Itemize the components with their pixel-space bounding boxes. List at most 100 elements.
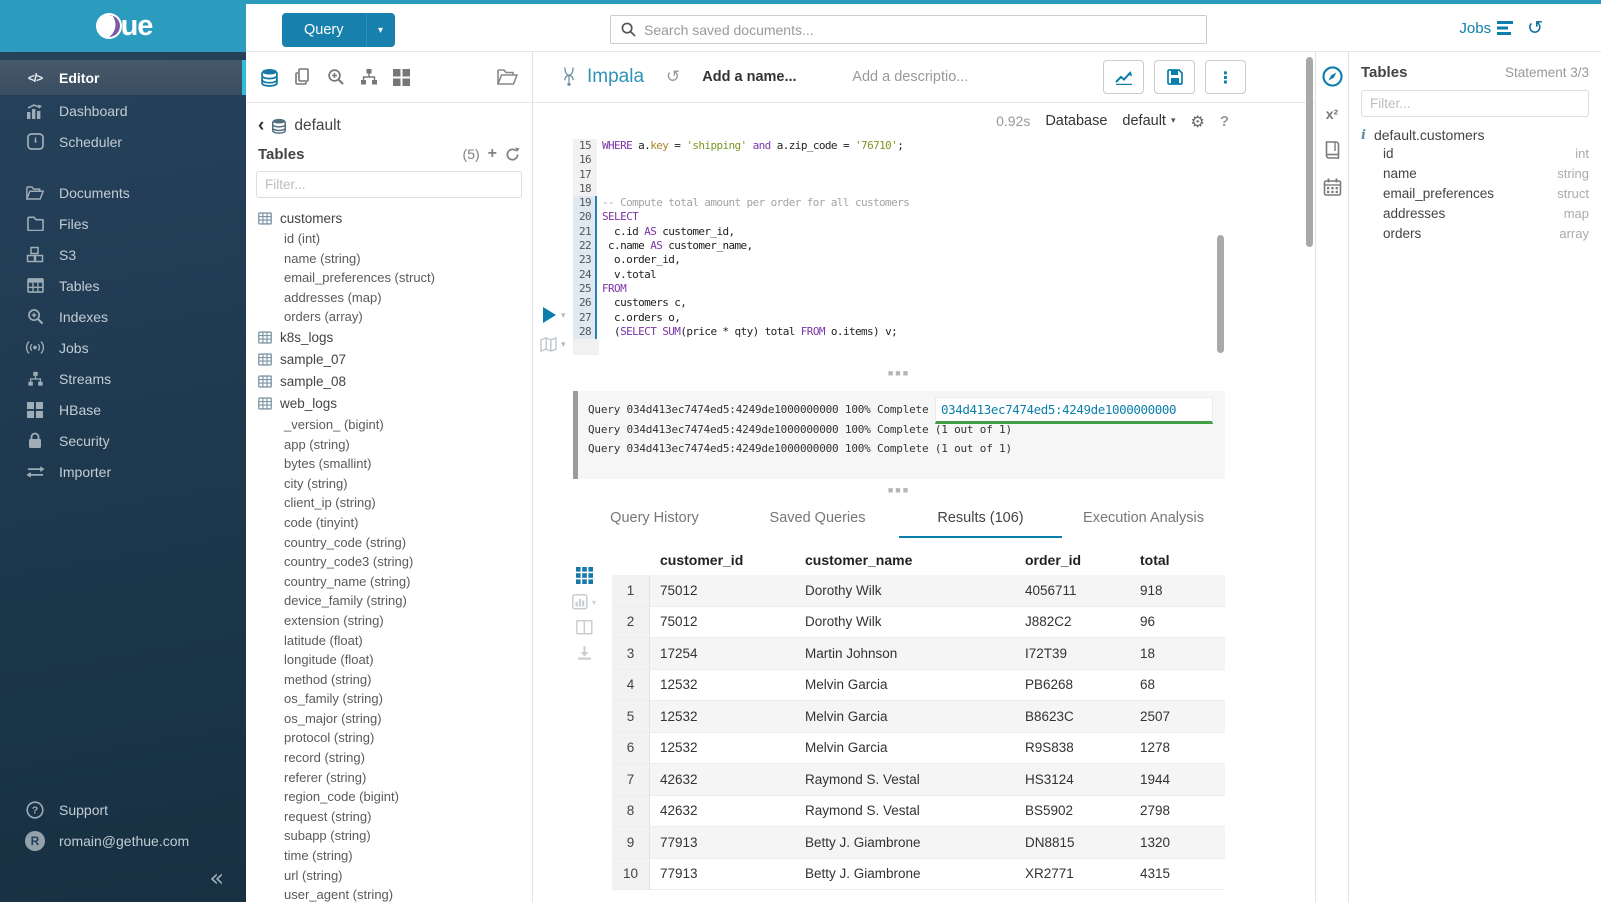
column-item[interactable]: referer (string)	[258, 768, 522, 788]
column-header[interactable]: customer_name	[795, 552, 1015, 568]
column-row[interactable]: name string	[1361, 163, 1589, 183]
table-row[interactable]: 4 12532 Melvin Garcia PB6268 68	[612, 670, 1225, 702]
sidebar-footer-item[interactable]: R romain@gethue.com	[0, 825, 246, 856]
functions-icon[interactable]: x²	[1326, 106, 1338, 122]
table-item[interactable]: customers	[258, 207, 522, 229]
snippet-history-icon[interactable]: ↺	[666, 67, 680, 87]
table-row[interactable]: 2 75012 Dorothy Wilk J882C2 96	[612, 607, 1225, 639]
table-row[interactable]: 5 12532 Melvin Garcia B8623C 2507	[612, 701, 1225, 733]
column-header[interactable]: total	[1130, 552, 1225, 568]
result-tab[interactable]: Execution Analysis	[1062, 501, 1225, 538]
hue-logo[interactable]: ue	[0, 0, 246, 52]
right-assist-filter-input[interactable]	[1361, 90, 1589, 117]
column-item[interactable]: id (int)	[258, 229, 522, 249]
column-item[interactable]: _version_ (bigint)	[258, 415, 522, 435]
table-item[interactable]: web_logs	[258, 393, 522, 415]
column-item[interactable]: city (string)	[258, 474, 522, 494]
column-item[interactable]: record (string)	[258, 748, 522, 768]
table-row[interactable]: 9 77913 Betty J. Giambrone DN8815 1320	[612, 827, 1225, 859]
database-selector[interactable]: default ▾	[1122, 113, 1175, 129]
table-row[interactable]: 8 42632 Raymond S. Vestal BS5902 2798	[612, 796, 1225, 828]
documents-source-icon[interactable]	[294, 68, 312, 86]
table-item[interactable]: sample_08	[258, 371, 522, 393]
column-item[interactable]: country_code3 (string)	[258, 552, 522, 572]
table-row[interactable]: 6 12532 Melvin Garcia R9S838 1278	[612, 733, 1225, 765]
editor-scrollbar[interactable]	[1217, 235, 1224, 353]
column-item[interactable]: extension (string)	[258, 611, 522, 631]
column-item[interactable]: method (string)	[258, 670, 522, 690]
column-item[interactable]: os_major (string)	[258, 709, 522, 729]
table-item[interactable]: sample_07	[258, 349, 522, 371]
active-table[interactable]: i default.customers	[1361, 127, 1589, 143]
table-row[interactable]: 1 75012 Dorothy Wilk 4056711 918	[612, 575, 1225, 607]
result-tab[interactable]: Query History	[573, 501, 736, 538]
column-item[interactable]: device_family (string)	[258, 591, 522, 611]
grid-view-icon[interactable]	[576, 567, 593, 584]
column-item[interactable]: client_ip (string)	[258, 493, 522, 513]
run-query-button[interactable]	[543, 307, 556, 323]
column-item[interactable]: url (string)	[258, 866, 522, 886]
column-item[interactable]: protocol (string)	[258, 728, 522, 748]
sidebar-item[interactable]: Jobs	[0, 332, 246, 363]
column-header[interactable]: customer_id	[650, 552, 795, 568]
search-input[interactable]	[644, 22, 1206, 38]
column-item[interactable]: code (tinyint)	[258, 513, 522, 533]
sidebar-item[interactable]: S3	[0, 239, 246, 270]
table-row[interactable]: 10 77913 Betty J. Giambrone XR2771 4315	[612, 859, 1225, 891]
table-item[interactable]: k8s_logs	[258, 327, 522, 349]
column-item[interactable]: request (string)	[258, 807, 522, 827]
resize-handle[interactable]: ■■■	[573, 479, 1225, 501]
docs-map-icon[interactable]: ▾	[540, 337, 566, 352]
query-id-tooltip[interactable]: 034d413ec7474ed5:4249de1000000000	[935, 397, 1213, 424]
column-item[interactable]: os_family (string)	[258, 689, 522, 709]
sidebar-item[interactable]: Scheduler	[0, 126, 246, 157]
chart-settings-button[interactable]	[1103, 60, 1144, 94]
run-options-caret-icon[interactable]: ▾	[561, 311, 566, 321]
tables-filter-input[interactable]	[256, 171, 522, 198]
sitemap-source-icon[interactable]	[360, 68, 378, 86]
column-item[interactable]: email_preferences (struct)	[258, 268, 522, 288]
query-dropdown-button[interactable]: ▾	[366, 13, 395, 47]
column-item[interactable]: addresses (map)	[258, 288, 522, 308]
sidebar-item[interactable]: Streams	[0, 363, 246, 394]
search-zoom-icon[interactable]	[327, 68, 345, 86]
column-item[interactable]: time (string)	[258, 846, 522, 866]
query-name-input[interactable]	[702, 69, 852, 85]
table-row[interactable]: 3 17254 Martin Johnson I72T39 18	[612, 638, 1225, 670]
column-row[interactable]: orders array	[1361, 224, 1589, 244]
column-item[interactable]: orders (array)	[258, 307, 522, 327]
result-tab[interactable]: Results (106)	[899, 501, 1062, 538]
assistant-compass-icon[interactable]	[1322, 66, 1343, 87]
settings-gear-icon[interactable]: ⚙	[1190, 112, 1204, 131]
column-item[interactable]: name (string)	[258, 249, 522, 269]
column-item[interactable]: subapp (string)	[258, 826, 522, 846]
chart-view-icon[interactable]: ▾	[572, 594, 596, 610]
sidebar-item[interactable]: HBase	[0, 394, 246, 425]
column-item[interactable]: latitude (float)	[258, 631, 522, 651]
open-folder-icon[interactable]	[497, 68, 518, 86]
column-item[interactable]: country_code (string)	[258, 533, 522, 553]
query-description-input[interactable]	[852, 69, 1022, 85]
help-icon[interactable]: ?	[1220, 113, 1229, 130]
column-item[interactable]: region_code (bigint)	[258, 787, 522, 807]
column-item[interactable]: app (string)	[258, 435, 522, 455]
column-row[interactable]: id int	[1361, 143, 1589, 163]
column-row[interactable]: email_preferences struct	[1361, 183, 1589, 203]
column-row[interactable]: addresses map	[1361, 204, 1589, 224]
calendar-icon[interactable]	[1323, 178, 1342, 196]
jobs-link[interactable]: Jobs	[1459, 20, 1513, 37]
column-header[interactable]: order_id	[1015, 552, 1130, 568]
main-scrollbar[interactable]	[1306, 57, 1313, 247]
column-item[interactable]: country_name (string)	[258, 572, 522, 592]
sidebar-item[interactable]: Security	[0, 425, 246, 456]
resize-handle[interactable]: ■■■	[573, 355, 1225, 391]
language-reference-book-icon[interactable]	[1323, 141, 1342, 159]
column-item[interactable]: user_agent (string)	[258, 885, 522, 902]
sidebar-item[interactable]: Tables	[0, 270, 246, 301]
sidebar-item[interactable]: Importer	[0, 456, 246, 487]
collapse-sidebar-icon[interactable]: «	[209, 868, 224, 888]
sidebar-item[interactable]: Documents	[0, 177, 246, 208]
apps-grid-icon[interactable]	[393, 69, 410, 86]
result-tab[interactable]: Saved Queries	[736, 501, 899, 538]
column-item[interactable]: longitude (float)	[258, 650, 522, 670]
